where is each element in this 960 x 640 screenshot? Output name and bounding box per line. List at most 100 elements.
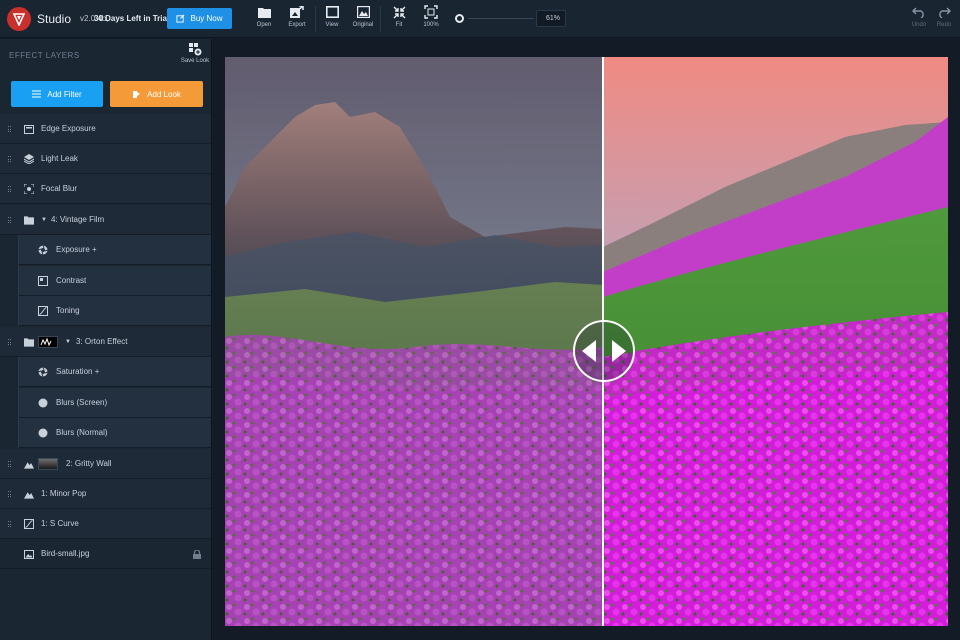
group-indent-line xyxy=(18,235,19,326)
view-label: View xyxy=(325,22,339,28)
folder-icon xyxy=(24,215,34,225)
save-look-label: Save Look xyxy=(180,58,210,64)
layer-toning[interactable]: Toning xyxy=(18,296,211,326)
original-image-icon xyxy=(356,5,370,19)
layer-label: Saturation + xyxy=(56,367,100,376)
drag-handle-icon[interactable] xyxy=(8,217,12,224)
add-filter-label: Add Filter xyxy=(47,89,82,99)
layer-label: 4: Vintage Film xyxy=(51,215,105,224)
layer-label: Blurs (Screen) xyxy=(56,398,108,407)
open-tool[interactable]: Open xyxy=(253,5,275,33)
add-look-label: Add Look xyxy=(147,89,181,99)
zoom-slider-track[interactable] xyxy=(468,18,534,19)
layer-label: Exposure + xyxy=(56,245,97,254)
circle-icon xyxy=(38,398,48,408)
layer-light-leak[interactable]: Light Leak xyxy=(0,144,211,174)
toolbar-divider xyxy=(315,6,316,32)
layer-label: Focal Blur xyxy=(41,184,78,193)
buy-now-label: Buy Now xyxy=(190,14,223,23)
aperture-icon xyxy=(38,367,48,377)
layer-group-orton-effect[interactable]: ▼ 3: Orton Effect xyxy=(0,327,211,357)
chevron-down-icon[interactable]: ▼ xyxy=(65,339,71,345)
mountain-icon xyxy=(24,459,34,469)
add-filter-button[interactable]: Add Filter xyxy=(11,81,103,107)
texture-thumbnail[interactable] xyxy=(38,458,58,470)
export-label: Export xyxy=(288,22,306,28)
edit-icon xyxy=(176,14,185,23)
toolbar-divider xyxy=(380,6,381,32)
circle-icon xyxy=(38,428,48,438)
app-logo xyxy=(7,7,31,31)
original-tool[interactable]: Original xyxy=(350,5,376,33)
app-name: Studio xyxy=(37,12,72,26)
redo-icon xyxy=(937,5,951,19)
layer-label: Contrast xyxy=(56,276,87,285)
trial-notice: 30 Days Left in Trial xyxy=(94,14,170,23)
fit-label: Fit xyxy=(395,22,403,28)
drag-handle-icon[interactable] xyxy=(8,126,12,133)
layer-label: Toning xyxy=(56,306,80,315)
folder-icon xyxy=(257,5,271,19)
layer-edge-exposure[interactable]: Edge Exposure xyxy=(0,114,211,144)
open-label: Open xyxy=(256,22,272,28)
layers-icon xyxy=(24,154,34,164)
export-icon xyxy=(290,5,304,19)
redo-button[interactable]: Redo xyxy=(933,5,955,33)
edge-exposure-icon xyxy=(24,124,34,134)
chevron-down-icon[interactable]: ▼ xyxy=(41,217,47,223)
view-icon xyxy=(325,5,339,19)
mask-thumbnail[interactable] xyxy=(38,336,58,348)
layer-label: Light Leak xyxy=(41,154,78,163)
compare-arrows-icon xyxy=(582,340,626,362)
fit-tool[interactable]: Fit xyxy=(388,5,410,33)
drag-handle-icon[interactable] xyxy=(8,186,12,193)
layer-blurs-screen[interactable]: Blurs (Screen) xyxy=(18,388,211,418)
drag-handle-icon[interactable] xyxy=(8,339,12,346)
layer-label: Bird-small.jpg xyxy=(41,549,90,558)
save-look-button[interactable]: Save Look xyxy=(180,43,210,64)
zoom-100-label: 100% xyxy=(423,22,439,28)
view-tool[interactable]: View xyxy=(321,5,343,33)
add-look-button[interactable]: Add Look xyxy=(110,81,203,107)
layer-gritty-wall[interactable]: 2: Gritty Wall xyxy=(0,449,211,479)
panel-title: EFFECT LAYERS xyxy=(9,51,80,60)
original-label: Original xyxy=(352,22,374,28)
look-icon xyxy=(133,90,141,98)
export-tool[interactable]: Export xyxy=(286,5,308,33)
zoom-value-field[interactable]: 61% xyxy=(536,10,566,27)
undo-button[interactable]: Undo xyxy=(908,5,930,33)
zoom-slider-handle[interactable] xyxy=(455,14,464,23)
layer-exposure[interactable]: Exposure + xyxy=(18,235,211,265)
layer-s-curve[interactable]: 1: S Curve xyxy=(0,509,211,539)
layer-contrast[interactable]: Contrast xyxy=(18,266,211,296)
layer-group-vintage-film[interactable]: ▼ 4: Vintage Film xyxy=(0,205,211,235)
layer-label: 1: Minor Pop xyxy=(41,489,87,498)
filter-list-icon xyxy=(32,90,42,98)
fit-icon xyxy=(392,5,406,19)
layer-label: Edge Exposure xyxy=(41,124,96,133)
drag-handle-icon[interactable] xyxy=(8,491,12,498)
image-icon xyxy=(24,549,34,559)
layer-base-image[interactable]: Bird-small.jpg xyxy=(0,539,211,569)
buy-now-button[interactable]: Buy Now xyxy=(167,8,232,29)
zoom-100-icon xyxy=(424,5,438,19)
layer-blurs-normal[interactable]: Blurs (Normal) xyxy=(18,418,211,448)
drag-handle-icon[interactable] xyxy=(8,521,12,528)
compare-slider-handle[interactable] xyxy=(573,320,635,382)
layer-focal-blur[interactable]: Focal Blur xyxy=(0,174,211,204)
folder-icon xyxy=(24,337,34,347)
layer-label: 1: S Curve xyxy=(41,519,79,528)
drag-handle-icon[interactable] xyxy=(8,461,12,468)
drag-handle-icon[interactable] xyxy=(8,156,12,163)
layer-saturation[interactable]: Saturation + xyxy=(18,357,211,387)
zoom-100-tool[interactable]: 100% xyxy=(420,5,442,33)
curve-icon xyxy=(24,519,34,529)
mountain-icon xyxy=(24,489,34,499)
layer-label: Blurs (Normal) xyxy=(56,428,108,437)
undo-icon xyxy=(912,5,926,19)
save-look-icon xyxy=(188,43,201,56)
top-bar: Studio v2.0.4b, 30 Days Left in Trial Bu… xyxy=(0,0,960,38)
layer-minor-pop[interactable]: 1: Minor Pop xyxy=(0,479,211,509)
aperture-icon xyxy=(38,245,48,255)
redo-label: Redo xyxy=(936,22,952,28)
